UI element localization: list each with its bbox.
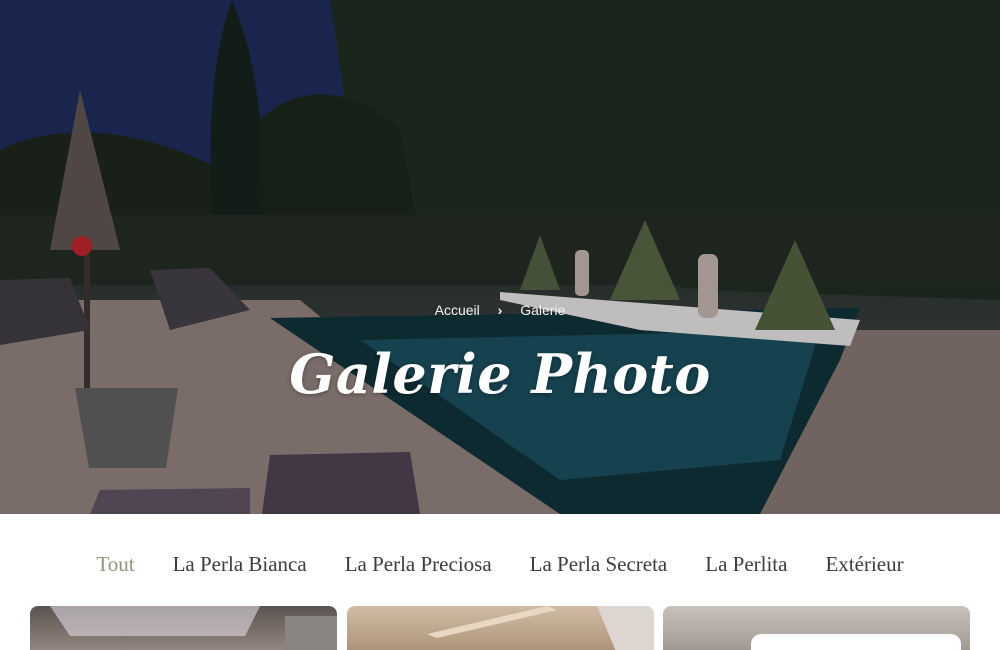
page-title: Galerie Photo xyxy=(289,342,711,406)
gallery-photo[interactable] xyxy=(663,606,970,650)
breadcrumb-home-link[interactable]: Accueil xyxy=(435,302,480,318)
hero-overlay xyxy=(0,0,1000,514)
breadcrumb-current: Galerie xyxy=(520,302,566,318)
gallery-photo[interactable] xyxy=(347,606,654,650)
filter-tab-la-perlita[interactable]: La Perlita xyxy=(705,548,787,582)
breadcrumb: Accueil › Galerie xyxy=(0,302,1000,318)
filter-tab-la-perla-bianca[interactable]: La Perla Bianca xyxy=(173,548,307,582)
gallery-photo-image xyxy=(50,606,337,650)
gallery-photo-image xyxy=(427,606,654,650)
filter-tab-all[interactable]: Tout xyxy=(96,548,134,582)
photo-gallery-grid xyxy=(30,606,970,650)
hero-banner: Accueil › Galerie Galerie Photo xyxy=(0,0,1000,514)
filter-tab-la-perla-preciosa[interactable]: La Perla Preciosa xyxy=(345,548,492,582)
chevron-right-icon: › xyxy=(497,302,503,318)
gallery-photo-overlay-card xyxy=(751,634,961,650)
gallery-filter-tabs: Tout La Perla Bianca La Perla Preciosa L… xyxy=(0,548,1000,582)
gallery-photo[interactable] xyxy=(30,606,337,650)
filter-tab-exterieur[interactable]: Extérieur xyxy=(825,548,903,582)
filter-tab-la-perla-secreta[interactable]: La Perla Secreta xyxy=(530,548,668,582)
